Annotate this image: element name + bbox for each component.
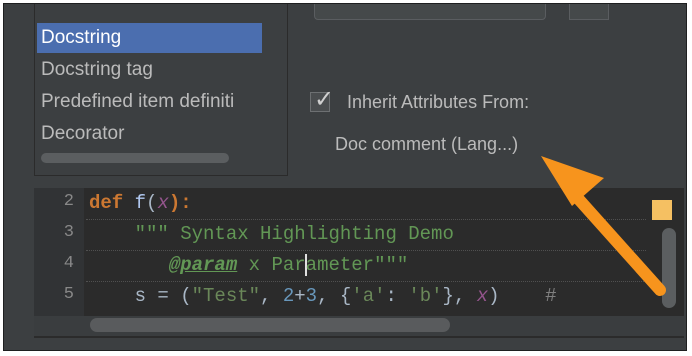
code-token: , { [317, 285, 352, 307]
line-number: 2 [63, 192, 74, 211]
parameter-token: x [476, 285, 489, 307]
line-number: 5 [63, 285, 74, 304]
color-settings-panel: Docstring Docstring tag Predefined item … [3, 3, 687, 351]
preview-horizontal-scrollbar[interactable] [90, 318, 450, 332]
code-token: : [385, 285, 409, 307]
list-item[interactable] [37, 4, 262, 13]
code-line-5: s = ("Test", 2+3, {'a': 'b'}, x) # [89, 281, 649, 312]
docstring-token: x Par [237, 254, 306, 276]
code-token: ) [488, 285, 500, 307]
code-line-3: """ Syntax Highlighting Demo [89, 219, 649, 250]
keyword-token: def [89, 192, 124, 214]
line-number: 4 [63, 254, 74, 273]
line-number: 3 [63, 223, 74, 242]
code-token: , [260, 285, 283, 307]
docstring-tag-token: @param [168, 254, 238, 276]
function-name-token: f [134, 192, 147, 214]
number-token: 2 [282, 285, 295, 307]
checkmark-icon: ✓ [314, 86, 335, 113]
list-item-predefined-item-definition[interactable]: Predefined item definiti [37, 87, 262, 117]
list-item-decorator[interactable]: Decorator [37, 119, 262, 149]
code-preview[interactable]: 2 3 4 5 def f(x): """ Syntax Highlightin… [34, 188, 684, 338]
parameter-token: x [157, 192, 169, 214]
docstring-token: ameter""" [305, 254, 409, 276]
list-item-docstring-tag[interactable]: Docstring tag [37, 55, 262, 85]
code-token: }, [442, 285, 477, 307]
color-swatch-button[interactable] [569, 4, 609, 20]
number-token: 3 [305, 285, 318, 307]
list-horizontal-scrollbar[interactable] [41, 153, 229, 163]
docstring-token: """ Syntax Highlighting Demo [134, 223, 454, 245]
preview-vertical-scrollbar[interactable] [662, 228, 676, 308]
element-list[interactable]: Docstring Docstring tag Predefined item … [34, 4, 288, 176]
code-line-2: def f(x): [89, 188, 649, 219]
line-number-gutter: 2 3 4 5 [34, 188, 84, 318]
inherit-attributes-checkbox[interactable]: ✓ [310, 87, 334, 113]
operator-token: + [294, 285, 306, 307]
paren-token: ): [168, 192, 192, 214]
code-token: s = ( [134, 285, 192, 307]
inherit-attributes-label[interactable]: Inherit Attributes From: [347, 92, 529, 113]
string-token: 'b' [408, 285, 443, 307]
comment-token: # [499, 285, 557, 307]
paren-token: ( [146, 192, 158, 214]
error-stripe-marker[interactable] [652, 200, 672, 220]
list-item-docstring[interactable]: Docstring [37, 23, 262, 53]
string-token: 'a' [351, 285, 386, 307]
inherit-source-link[interactable]: Doc comment (Lang...) [335, 134, 518, 155]
code-line-4: @param x Parameter""" [89, 250, 649, 281]
string-token: "Test" [191, 285, 261, 307]
scheme-dropdown[interactable] [314, 4, 546, 20]
